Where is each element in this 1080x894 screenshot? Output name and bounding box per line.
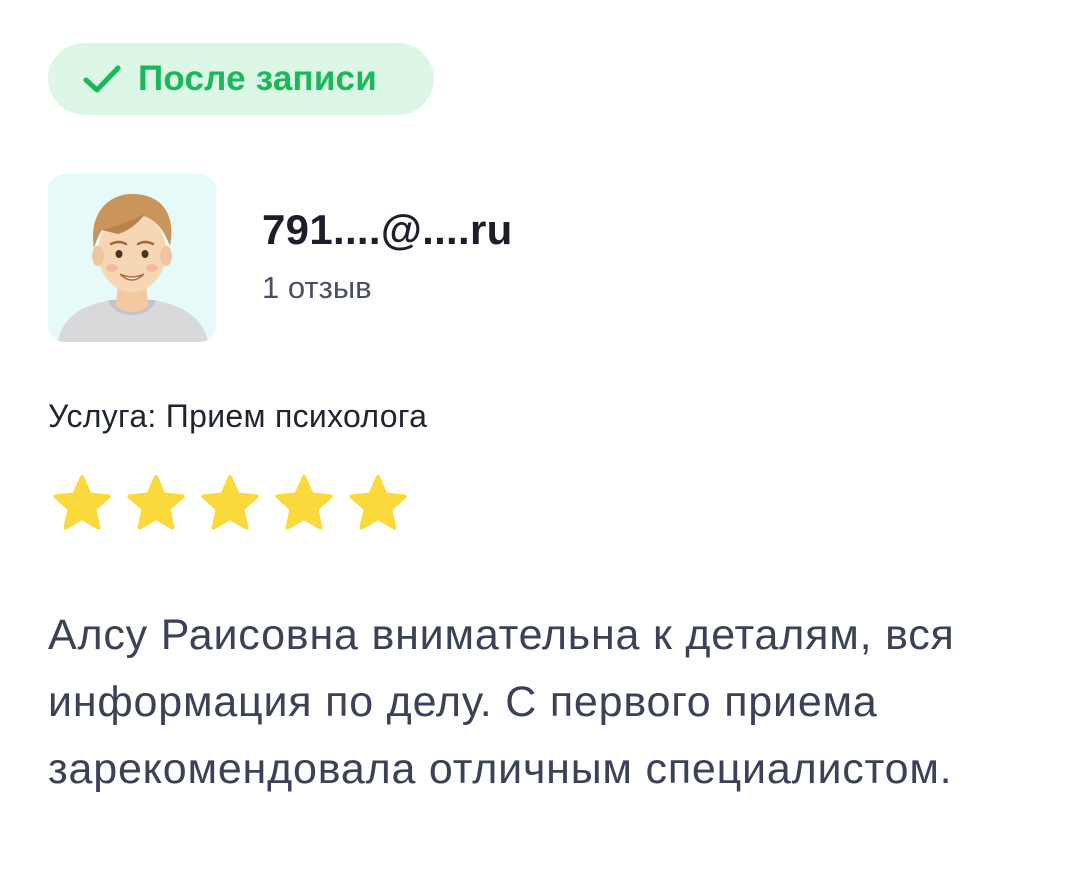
rating-stars [52,474,408,534]
check-icon [83,65,121,93]
star-icon [349,475,407,530]
review-card: После записи 791....@....ru 1 отзыв Услу… [0,0,1080,894]
author-name[interactable]: 791....@....ru [262,206,513,254]
after-visit-badge: После записи [48,43,434,115]
star-icon [201,475,259,530]
star-icon [53,475,111,530]
review-text: Алсу Раисовна внимательна к деталям, вся… [48,611,955,793]
star-icon [127,475,185,530]
avatar[interactable] [48,174,216,342]
user-avatar-icon [48,174,216,342]
service-label: Услуга: Прием психолога [48,398,428,434]
review-count[interactable]: 1 отзыв [262,270,372,306]
star-icon [275,475,333,530]
badge-label: После записи [138,59,377,98]
